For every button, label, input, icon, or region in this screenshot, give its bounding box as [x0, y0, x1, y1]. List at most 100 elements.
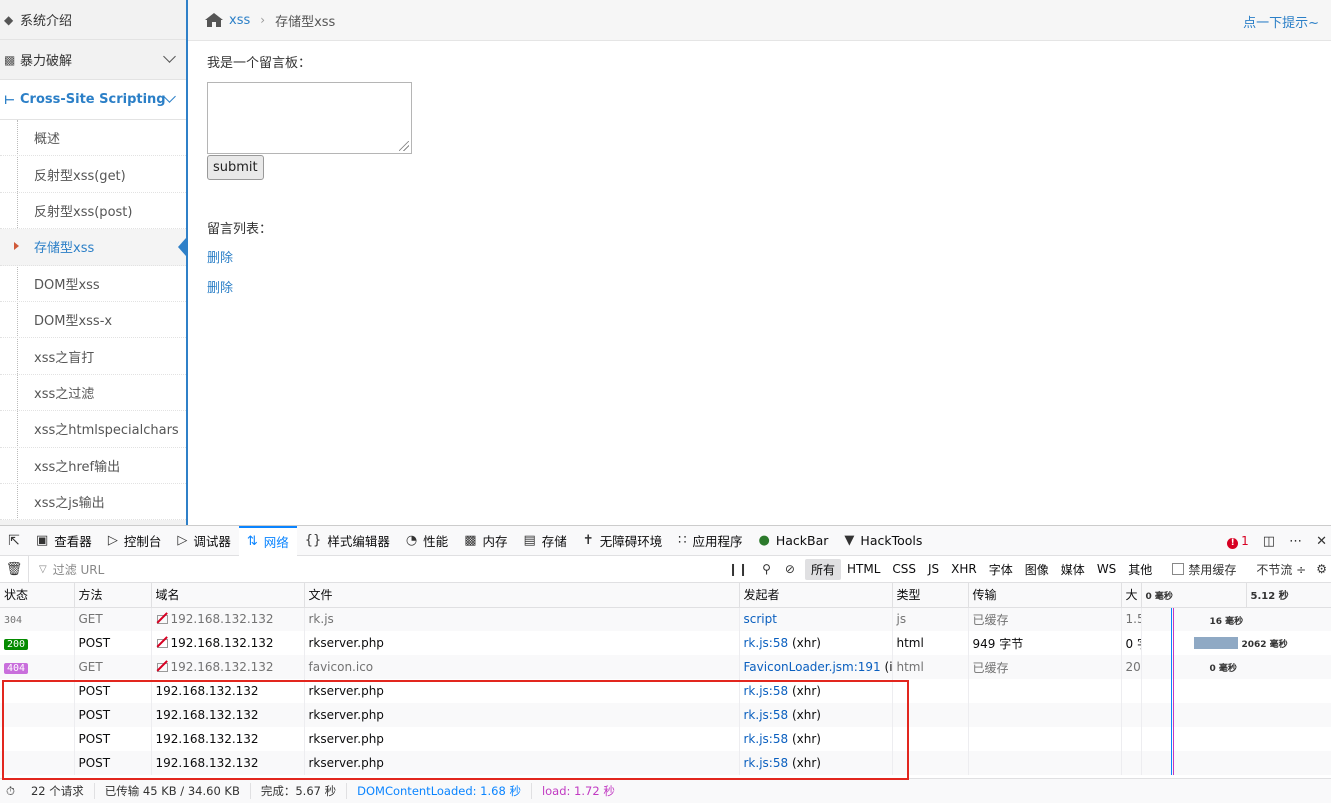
cell-method: GET	[74, 607, 152, 631]
delete-link[interactable]: 删除	[207, 247, 233, 266]
error-icon: !	[1227, 537, 1239, 549]
sidebar-group-xss[interactable]: ⊢ Cross-Site Scripting	[0, 80, 186, 120]
type-filter-ws[interactable]: WS	[1091, 560, 1122, 578]
table-row[interactable]: POST 192.168.132.132 rkserver.php rk.js:58 …	[0, 727, 1331, 751]
tab-application[interactable]: ∷ 应用程序	[670, 526, 750, 556]
filter-placeholder: 过滤 URL	[52, 562, 105, 577]
pause-icon[interactable]: ❙❙	[728, 562, 748, 576]
column-size[interactable]: 大	[1121, 583, 1142, 608]
column-domain[interactable]: 域名	[151, 583, 305, 608]
type-filter-image[interactable]: 图像	[1019, 559, 1055, 580]
throttle-select[interactable]: 不节流 ÷	[1256, 561, 1306, 578]
delete-link[interactable]: 删除	[207, 277, 233, 296]
column-initiator[interactable]: 发起者	[739, 583, 893, 608]
waterfall-load-line	[1172, 631, 1174, 655]
table-row[interactable]: 200 POST 192.168.132.132 rkserver.php rk.js:…	[0, 631, 1331, 655]
home-icon[interactable]	[205, 13, 223, 27]
table-row[interactable]: POST 192.168.132.132 rkserver.php rk.js:58 …	[0, 703, 1331, 727]
stopwatch-icon[interactable]: ⏱	[0, 784, 21, 799]
domain-text: 192.168.132.132	[155, 708, 259, 722]
initiator-link[interactable]: rk.js:58	[744, 756, 789, 770]
initiator-link[interactable]: rk.js:58	[744, 636, 789, 650]
tab-accessibility[interactable]: ✝ 无障碍环境	[575, 526, 670, 556]
more-options-icon[interactable]: ⋯	[1289, 534, 1302, 549]
tab-style-editor[interactable]: {} 样式编辑器	[297, 526, 398, 556]
tab-hackbar[interactable]: ● HackBar	[751, 526, 837, 556]
network-icon: ⇅	[246, 534, 258, 549]
column-status[interactable]: 状态	[0, 583, 75, 608]
cell-initiator[interactable]: rk.js:58 (xhr)	[739, 727, 893, 751]
message-textarea[interactable]	[207, 82, 412, 154]
resize-grip-icon[interactable]	[399, 141, 409, 151]
type-filter-font[interactable]: 字体	[983, 559, 1019, 580]
sidebar-group-bruteforce[interactable]: ▩ 暴力破解	[0, 40, 186, 80]
error-count-badge[interactable]: ! 1	[1227, 534, 1249, 549]
sidebar-item-reflected-post[interactable]: 反射型xss(post)	[0, 193, 186, 230]
element-picker-icon[interactable]: ⇱	[0, 526, 28, 556]
initiator-link[interactable]: FaviconLoader.jsm:191	[744, 660, 881, 674]
table-row[interactable]: 404 GET 192.168.132.132 favicon.ico FaviconL…	[0, 655, 1331, 679]
sidebar-item-href[interactable]: xss之href输出	[0, 448, 186, 484]
tab-network[interactable]: ⇅ 网络	[238, 525, 297, 556]
sidebar-item-label: xss之盲打	[34, 350, 95, 366]
sidebar-item-stored[interactable]: 存储型xss	[0, 229, 186, 266]
table-row[interactable]: POST 192.168.132.132 rkserver.php rk.js:58 …	[0, 751, 1331, 775]
breadcrumb-link[interactable]: xss	[229, 13, 250, 28]
network-table: 状态 方法 域名 文件 发起者 类型 传输 大 0 毫秒 5.12 秒 304 G…	[0, 583, 1331, 775]
disable-cache-checkbox[interactable]: 禁用缓存	[1172, 561, 1236, 578]
sidebar-item-label: 反射型xss(get)	[34, 168, 126, 184]
type-filter-media[interactable]: 媒体	[1055, 559, 1091, 580]
tab-inspector[interactable]: ▣ 查看器	[28, 526, 100, 556]
initiator-link[interactable]: rk.js:58	[744, 732, 789, 746]
trash-icon[interactable]: 🗑	[0, 562, 28, 577]
column-waterfall-start[interactable]: 0 毫秒	[1141, 583, 1247, 608]
type-filter-html[interactable]: HTML	[841, 560, 886, 578]
settings-gear-icon[interactable]: ⚙	[1316, 562, 1327, 576]
cell-initiator[interactable]: rk.js:58 (xhr)	[739, 703, 893, 727]
type-filter-xhr[interactable]: XHR	[945, 560, 983, 578]
table-row[interactable]: POST 192.168.132.132 rkserver.php rk.js:58 …	[0, 679, 1331, 703]
column-type[interactable]: 类型	[892, 583, 969, 608]
cell-initiator[interactable]: rk.js:58 (xhr)	[739, 631, 893, 655]
tab-debugger[interactable]: ▷ 调试器	[169, 526, 239, 556]
column-transfer[interactable]: 传输	[968, 583, 1122, 608]
sidebar-item-reflected-get[interactable]: 反射型xss(get)	[0, 156, 186, 193]
tab-memory[interactable]: ▩ 内存	[456, 526, 515, 556]
sidebar-item-js[interactable]: xss之js输出	[0, 484, 186, 521]
sidebar-item-filter[interactable]: xss之过滤	[0, 375, 186, 412]
sidebar-item-overview[interactable]: 概述	[0, 120, 186, 157]
sidebar-item-blind[interactable]: xss之盲打	[0, 338, 186, 375]
column-waterfall-end[interactable]: 5.12 秒	[1246, 583, 1331, 608]
tab-console[interactable]: ▷ 控制台	[100, 526, 170, 556]
type-filter-css[interactable]: CSS	[886, 560, 922, 578]
block-icon[interactable]: ⊘	[785, 562, 795, 576]
sidebar-group-intro[interactable]: ◆ 系统介绍	[0, 0, 186, 40]
filter-url-input[interactable]: ▽ 过滤 URL	[28, 555, 718, 583]
type-filter-all[interactable]: 所有	[804, 558, 841, 580]
sidebar-item-dom[interactable]: DOM型xss	[0, 266, 186, 302]
finish-time: 完成：5.67 秒	[251, 783, 348, 799]
initiator-link[interactable]: rk.js:58	[744, 708, 789, 722]
sidebar-item-dom-x[interactable]: DOM型xss-x	[0, 302, 186, 339]
cell-initiator[interactable]: FaviconLoader.jsm:191 (i...	[739, 655, 893, 679]
submit-button[interactable]: submit	[207, 155, 264, 180]
waterfall-load-line	[1172, 655, 1174, 679]
type-filter-other[interactable]: 其他	[1122, 559, 1158, 580]
initiator-link[interactable]: rk.js:58	[744, 684, 789, 698]
table-row[interactable]: 304 GET 192.168.132.132 rk.js script js 已缓存 1.…	[0, 607, 1331, 631]
cell-initiator[interactable]: rk.js:58 (xhr)	[739, 751, 893, 775]
tab-storage[interactable]: ▤ 存储	[516, 526, 575, 556]
cell-initiator[interactable]: rk.js:58 (xhr)	[739, 679, 893, 703]
close-icon[interactable]: ✕	[1316, 534, 1327, 549]
tab-performance[interactable]: ◔ 性能	[398, 526, 456, 556]
search-icon[interactable]: ⚲	[762, 562, 771, 576]
sidebar-item-htmlspecialchars[interactable]: xss之htmlspecialchars	[0, 411, 186, 448]
initiator-link[interactable]: script	[744, 612, 777, 626]
tab-hacktools[interactable]: ▼ HackTools	[836, 526, 930, 556]
cell-initiator[interactable]: script	[739, 607, 893, 631]
column-file[interactable]: 文件	[304, 583, 740, 608]
type-filter-js[interactable]: JS	[922, 560, 945, 578]
hint-link[interactable]: 点一下提示~	[1243, 12, 1319, 31]
column-method[interactable]: 方法	[74, 583, 152, 608]
dock-icon[interactable]: ◫	[1263, 534, 1275, 549]
